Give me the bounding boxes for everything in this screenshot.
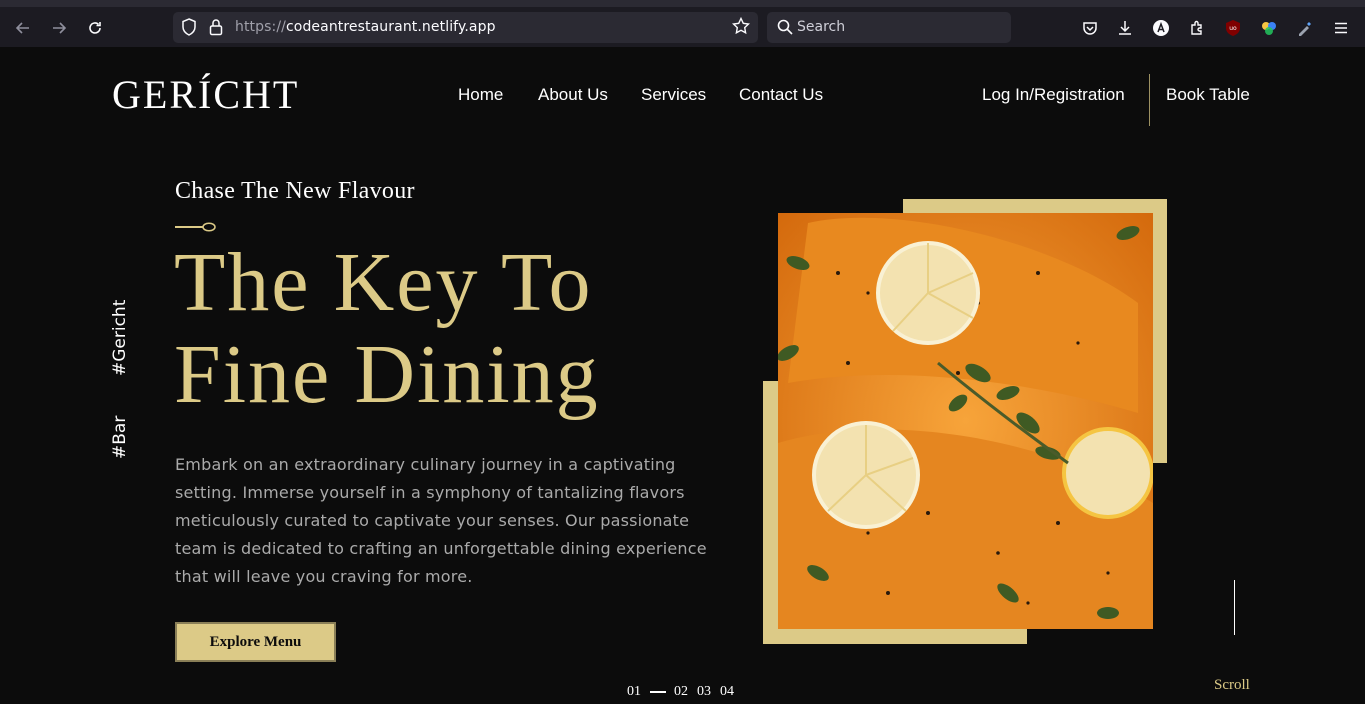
scroll-label[interactable]: Scroll xyxy=(1214,677,1250,694)
url-text[interactable]: https://codeantrestaurant.netlify.app xyxy=(235,19,496,35)
bookmark-star-icon[interactable] xyxy=(731,16,751,39)
pager-04[interactable]: 04 xyxy=(720,684,734,700)
ublock-icon[interactable]: uo xyxy=(1222,17,1244,39)
nav-about-us[interactable]: About Us xyxy=(538,85,608,105)
search-icon xyxy=(777,19,793,39)
header-divider xyxy=(1149,74,1150,126)
reload-icon[interactable] xyxy=(84,17,106,39)
side-tag-gericht[interactable]: #Gericht xyxy=(110,300,130,376)
extensions-icon[interactable] xyxy=(1186,17,1208,39)
nav-home[interactable]: Home xyxy=(458,85,503,105)
lock-icon[interactable] xyxy=(209,18,223,40)
search-placeholder: Search xyxy=(797,19,846,35)
login-registration-link[interactable]: Log In/Registration xyxy=(982,85,1125,105)
back-arrow-icon[interactable] xyxy=(12,17,34,39)
scroll-line xyxy=(1234,580,1235,635)
address-bar[interactable]: https://codeantrestaurant.netlify.app xyxy=(173,12,758,43)
color-picker-icon[interactable] xyxy=(1294,17,1316,39)
salmon-dish-image xyxy=(778,213,1153,629)
account-icon[interactable] xyxy=(1150,17,1172,39)
pager-02[interactable]: 02 xyxy=(674,684,688,700)
page-content: GERÍCHT Home About Us Services Contact U… xyxy=(0,47,1365,704)
spoon-icon xyxy=(175,217,217,236)
hero-title-line-2: Fine Dining xyxy=(174,328,600,421)
download-icon[interactable] xyxy=(1114,17,1136,39)
menu-icon[interactable] xyxy=(1330,17,1352,39)
book-table-link[interactable]: Book Table xyxy=(1166,85,1250,105)
shield-icon[interactable] xyxy=(181,18,197,40)
pocket-icon[interactable] xyxy=(1079,17,1101,39)
hero-title: The Key To Fine Dining xyxy=(174,237,600,421)
hero-title-line-1: The Key To xyxy=(174,236,593,329)
color-extension-icon[interactable] xyxy=(1258,17,1280,39)
hero-description: Embark on an extraordinary culinary jour… xyxy=(175,455,707,586)
pager-01[interactable]: 01 xyxy=(627,684,641,700)
url-host: codeantrestaurant.netlify.app xyxy=(285,19,496,35)
url-prefix: https:// xyxy=(235,19,286,35)
site-logo[interactable]: GERÍCHT xyxy=(112,71,299,118)
search-bar[interactable]: Search xyxy=(767,12,1011,43)
side-tag-bar[interactable]: #Bar xyxy=(110,416,130,459)
forward-arrow-icon[interactable] xyxy=(48,17,70,39)
browser-toolbar: https://codeantrestaurant.netlify.app Se… xyxy=(0,0,1365,47)
explore-menu-button[interactable]: Explore Menu xyxy=(175,622,336,662)
svg-text:uo: uo xyxy=(1229,25,1237,32)
nav-contact-us[interactable]: Contact Us xyxy=(739,85,823,105)
hero-subtitle: Chase The New Flavour xyxy=(175,178,415,204)
pager-03[interactable]: 03 xyxy=(697,684,711,700)
nav-services[interactable]: Services xyxy=(641,85,706,105)
pager-active-indicator xyxy=(650,691,666,693)
